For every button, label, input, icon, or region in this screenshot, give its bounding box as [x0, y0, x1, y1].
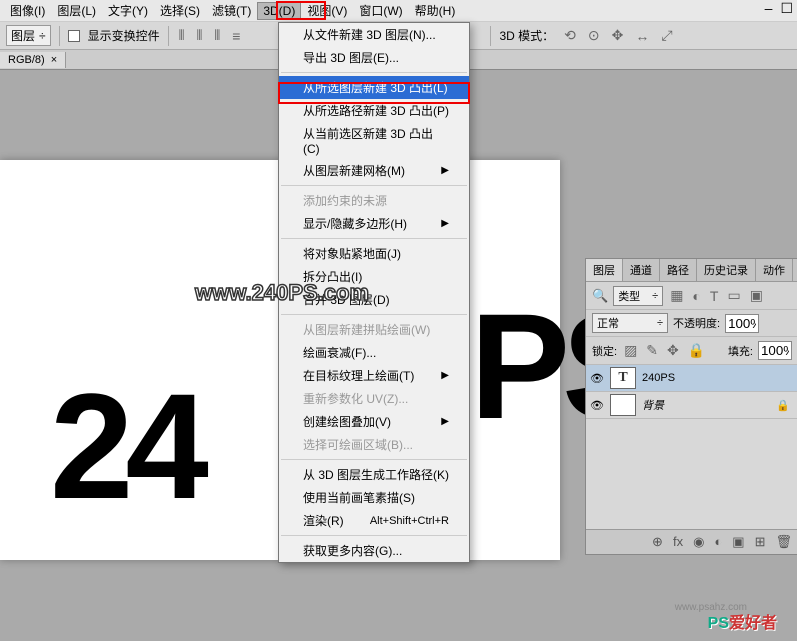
- filter-adjust-icon[interactable]: ◐: [690, 286, 702, 306]
- mi-new-extrusion-layer[interactable]: 从所选图层新建 3D 凸出(L): [279, 76, 469, 99]
- align-icon-2[interactable]: ⫴: [195, 25, 205, 46]
- menu-3d[interactable]: 3D(D): [257, 2, 301, 20]
- chevron-right-icon: ▶: [441, 370, 449, 381]
- link-icon[interactable]: ⊕: [652, 534, 663, 550]
- menu-window[interactable]: 窗口(W): [353, 0, 408, 21]
- filter-smart-icon[interactable]: ▣: [748, 285, 765, 306]
- opacity-label: 不透明度:: [673, 315, 720, 331]
- menu-layer[interactable]: 图层(L): [51, 0, 102, 21]
- menu-view[interactable]: 视图(V): [301, 0, 353, 21]
- transform-label: 显示变换控件: [88, 27, 160, 44]
- visibility-icon[interactable]: 👁: [590, 372, 604, 385]
- mi-create-overlay[interactable]: 创建绘图叠加(V)▶: [279, 410, 469, 433]
- layer-item[interactable]: 👁 T 240PS: [586, 365, 797, 392]
- adjustment-icon[interactable]: ◐: [714, 534, 722, 550]
- tab-paths[interactable]: 路径: [660, 259, 697, 281]
- layer-thumb: [610, 394, 636, 416]
- visibility-icon[interactable]: 👁: [590, 399, 604, 412]
- lock-move-icon[interactable]: ✥: [665, 340, 681, 361]
- transform-checkbox[interactable]: [68, 30, 80, 42]
- 3d-roll-icon[interactable]: ⊙: [586, 25, 602, 46]
- lock-transparent-icon[interactable]: ▨: [622, 340, 639, 361]
- layers-panel: 图层 通道 路径 历史记录 动作 🔍 类型÷ ▦ ◐ T ▭ ▣ 正常÷ 不透明…: [585, 258, 797, 555]
- mi-get-more[interactable]: 获取更多内容(G)...: [279, 539, 469, 562]
- panel-bottom-toolbar: ⊕ fx ◉ ◐ ▣ ⊞ 🗑: [586, 529, 797, 554]
- chevron-right-icon: ▶: [441, 165, 449, 176]
- mi-show-hide-poly[interactable]: 显示/隐藏多边形(H)▶: [279, 212, 469, 235]
- mi-new-extrusion-path[interactable]: 从所选路径新建 3D 凸出(P): [279, 99, 469, 122]
- lock-paint-icon[interactable]: ✎: [644, 340, 660, 361]
- mi-export-3d[interactable]: 导出 3D 图层(E)...: [279, 46, 469, 69]
- filter-pixel-icon[interactable]: ▦: [668, 285, 685, 306]
- group-icon[interactable]: ▣: [732, 534, 744, 550]
- chevron-right-icon: ▶: [441, 416, 449, 427]
- lock-label: 锁定:: [592, 343, 617, 359]
- tab-layers[interactable]: 图层: [586, 259, 623, 281]
- mi-reparam-uv: 重新参数化 UV(Z)...: [279, 387, 469, 410]
- align-icon-3[interactable]: ⫴: [212, 25, 222, 46]
- menu-text[interactable]: 文字(Y): [102, 0, 154, 21]
- align-icon-4[interactable]: ≡: [230, 26, 242, 46]
- mi-add-constraint: 添加约束的未源: [279, 189, 469, 212]
- document-tab[interactable]: RGB/8) ×: [0, 52, 66, 68]
- fill-input[interactable]: [758, 341, 792, 360]
- layer-select-dropdown[interactable]: 图层÷: [6, 25, 51, 46]
- minimize-button[interactable]: –: [765, 0, 773, 17]
- layer-thumb-text: T: [610, 367, 636, 389]
- filter-text-icon[interactable]: T: [708, 286, 721, 306]
- mi-sketch-brush[interactable]: 使用当前画笔素描(S): [279, 486, 469, 509]
- menu-image[interactable]: 图像(I): [4, 0, 51, 21]
- mask-icon[interactable]: ◉: [693, 534, 704, 550]
- 3d-slide-icon[interactable]: ↔: [633, 26, 651, 46]
- 3d-pan-icon[interactable]: ✥: [610, 25, 626, 46]
- tab-history[interactable]: 历史记录: [697, 259, 756, 281]
- canvas-text: 24: [50, 360, 201, 533]
- tab-channels[interactable]: 通道: [623, 259, 660, 281]
- chevron-right-icon: ▶: [441, 218, 449, 229]
- menubar: 图像(I) 图层(L) 文字(Y) 选择(S) 滤镜(T) 3D(D) 视图(V…: [0, 0, 797, 22]
- mi-paint-on-texture[interactable]: 在目标纹理上绘画(T)▶: [279, 364, 469, 387]
- layer-name[interactable]: 背景: [642, 397, 664, 413]
- blend-mode-select[interactable]: 正常÷: [592, 313, 668, 333]
- watermark-logo: PS爱好者: [708, 609, 777, 633]
- opacity-input[interactable]: [725, 314, 759, 333]
- fill-label: 填充:: [728, 343, 753, 359]
- mi-new-tile-paint: 从图层新建拼贴绘画(W): [279, 318, 469, 341]
- tab-actions[interactable]: 动作: [756, 259, 793, 281]
- lock-icon: 🔒: [776, 399, 790, 412]
- 3d-rotate-icon[interactable]: ⟲: [562, 25, 578, 46]
- mi-new-extrusion-selection[interactable]: 从当前选区新建 3D 凸出(C): [279, 122, 469, 159]
- lock-all-icon[interactable]: 🔒: [686, 340, 707, 361]
- mi-select-paintable: 选择可绘画区域(B)...: [279, 433, 469, 456]
- maximize-button[interactable]: ☐: [780, 0, 793, 17]
- 3d-scale-icon[interactable]: ⤢: [659, 25, 674, 46]
- menu-help[interactable]: 帮助(H): [409, 0, 462, 21]
- layer-list: 👁 T 240PS 👁 背景 🔒: [586, 365, 797, 529]
- fx-icon[interactable]: fx: [673, 534, 683, 550]
- 3d-mode-label: 3D 模式：: [499, 27, 554, 44]
- filter-shape-icon[interactable]: ▭: [725, 285, 742, 306]
- layer-item[interactable]: 👁 背景 🔒: [586, 392, 797, 419]
- mi-snap-ground[interactable]: 将对象贴紧地面(J): [279, 242, 469, 265]
- mi-render[interactable]: 渲染(R)Alt+Shift+Ctrl+R: [279, 509, 469, 532]
- trash-icon[interactable]: 🗑: [775, 534, 792, 550]
- mi-paint-falloff[interactable]: 绘画衰减(F)...: [279, 341, 469, 364]
- close-tab-icon[interactable]: ×: [51, 54, 57, 66]
- watermark: www.240PS.com: [195, 280, 369, 306]
- mi-gen-workpath[interactable]: 从 3D 图层生成工作路径(K): [279, 463, 469, 486]
- menu-select[interactable]: 选择(S): [154, 0, 206, 21]
- new-layer-icon[interactable]: ⊞: [755, 534, 766, 550]
- align-icon[interactable]: ⫴: [177, 25, 187, 46]
- menu-filter[interactable]: 滤镜(T): [206, 0, 257, 21]
- mi-new-mesh[interactable]: 从图层新建网格(M)▶: [279, 159, 469, 182]
- layer-name[interactable]: 240PS: [642, 372, 675, 384]
- mi-new-from-file[interactable]: 从文件新建 3D 图层(N)...: [279, 23, 469, 46]
- filter-type-select[interactable]: 类型÷: [613, 286, 663, 306]
